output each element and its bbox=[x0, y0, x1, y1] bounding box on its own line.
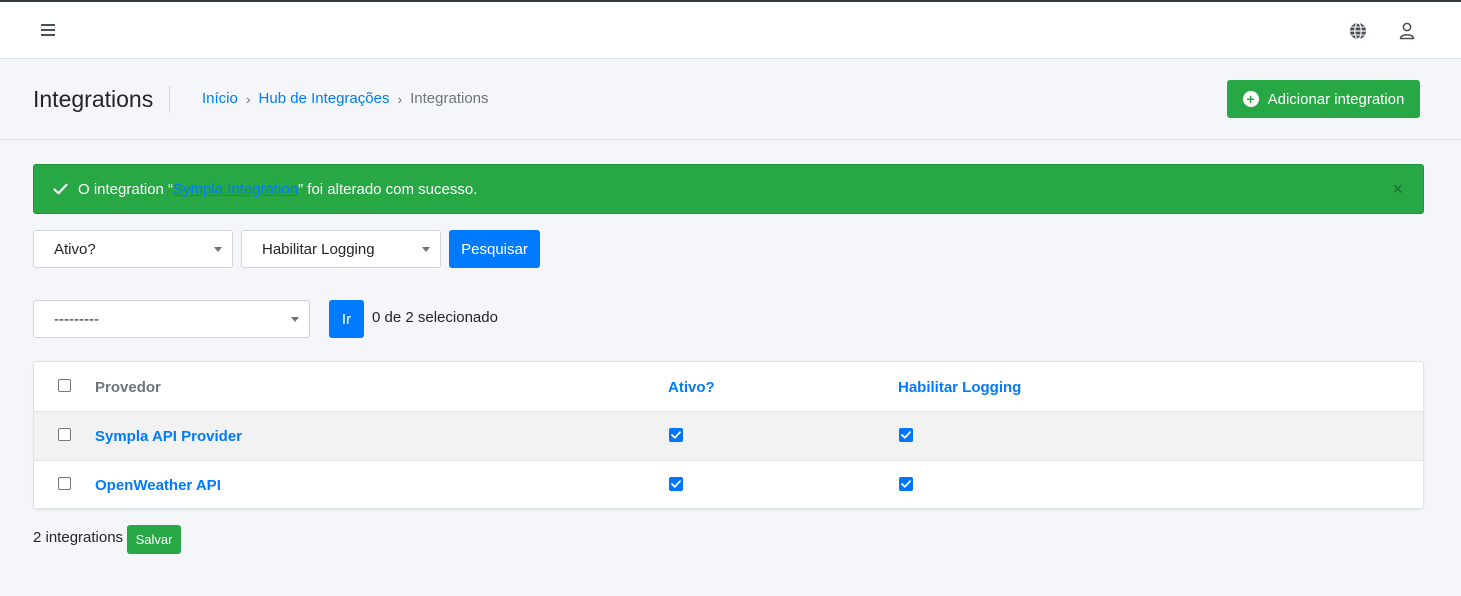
breadcrumb-separator: › bbox=[245, 90, 251, 107]
breadcrumb: Início › Hub de Integrações › Integratio… bbox=[202, 90, 489, 107]
search-button[interactable]: Pesquisar bbox=[449, 230, 540, 268]
bulk-action-value: --------- bbox=[54, 310, 99, 328]
row-select-checkbox[interactable] bbox=[58, 477, 71, 490]
result-count: 2 integrations bbox=[33, 529, 124, 546]
alert-integration-link[interactable]: Sympla Integration bbox=[173, 181, 298, 198]
breadcrumb-separator: › bbox=[397, 90, 403, 107]
chevron-down-icon bbox=[214, 247, 222, 252]
filter-logging-value: Habilitar Logging bbox=[262, 240, 375, 258]
provider-link[interactable]: Sympla API Provider bbox=[95, 428, 242, 445]
close-icon[interactable]: × bbox=[1392, 179, 1403, 199]
ativo-checked-icon bbox=[669, 428, 683, 442]
success-alert: O integration “Sympla Integration” foi a… bbox=[33, 164, 1424, 214]
top-navbar bbox=[0, 2, 1461, 59]
filter-ativo-select[interactable]: Ativo? bbox=[33, 230, 233, 268]
bulk-action-select[interactable]: --------- bbox=[33, 300, 310, 338]
alert-text-after: ” foi alterado com sucesso. bbox=[298, 180, 478, 198]
alert-message: O integration “Sympla Integration” foi a… bbox=[78, 181, 477, 198]
row-select-checkbox[interactable] bbox=[58, 428, 71, 441]
filter-ativo-value: Ativo? bbox=[54, 240, 96, 258]
globe-icon[interactable] bbox=[1346, 19, 1370, 43]
hamburger-menu-icon[interactable] bbox=[36, 18, 60, 42]
select-all-checkbox[interactable] bbox=[58, 379, 71, 392]
save-button[interactable]: Salvar bbox=[127, 525, 181, 554]
chevron-down-icon bbox=[422, 247, 430, 252]
add-integration-label: Adicionar integration bbox=[1267, 90, 1405, 108]
filter-logging-select[interactable]: Habilitar Logging bbox=[241, 230, 441, 268]
results-table: Provedor Ativo? Habilitar Logging Sympla… bbox=[33, 361, 1424, 509]
breadcrumb-link-inicio[interactable]: Início bbox=[202, 90, 238, 107]
logging-checked-icon bbox=[899, 477, 913, 491]
plus-circle-icon: + bbox=[1242, 91, 1259, 107]
table-row: Sympla API Provider bbox=[34, 411, 1423, 460]
check-icon bbox=[53, 183, 68, 195]
breadcrumb-link-hub[interactable]: Hub de Integrações bbox=[259, 90, 390, 107]
breadcrumb-current: Integrations bbox=[410, 90, 489, 107]
table-header-row: Provedor Ativo? Habilitar Logging bbox=[34, 362, 1423, 411]
page-title: Integrations bbox=[33, 86, 154, 112]
column-header-provedor: Provedor bbox=[95, 379, 161, 396]
column-header-logging[interactable]: Habilitar Logging bbox=[898, 379, 1021, 396]
column-header-ativo[interactable]: Ativo? bbox=[668, 379, 715, 396]
content-header: Integrations Início › Hub de Integrações… bbox=[0, 59, 1461, 140]
user-icon[interactable] bbox=[1395, 19, 1419, 43]
provider-link[interactable]: OpenWeather API bbox=[95, 477, 221, 494]
chevron-down-icon bbox=[291, 317, 299, 322]
alert-text-before: O integration “ bbox=[78, 180, 174, 198]
table-row: OpenWeather API bbox=[34, 460, 1423, 508]
ativo-checked-icon bbox=[669, 477, 683, 491]
selection-counter: 0 de 2 selecionado bbox=[372, 309, 498, 326]
title-divider bbox=[169, 86, 170, 113]
go-button[interactable]: Ir bbox=[329, 300, 364, 338]
logging-checked-icon bbox=[899, 428, 913, 442]
add-integration-button[interactable]: + Adicionar integration bbox=[1227, 80, 1420, 118]
